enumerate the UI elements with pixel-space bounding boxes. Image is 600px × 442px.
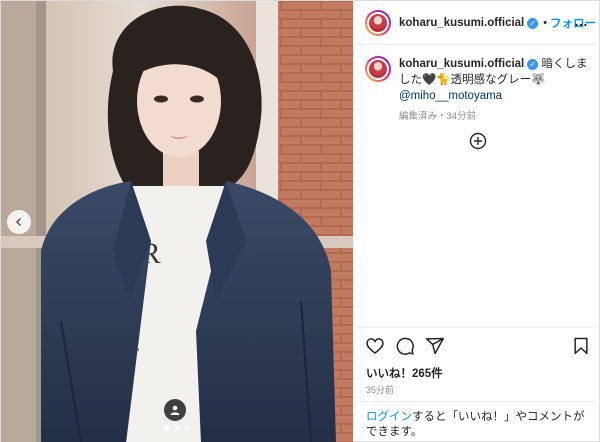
verified-badge-icon: ✓ [527,59,539,70]
caption-emoji: 🐺 [531,74,546,86]
header-username-text[interactable]: koharu_kusumi.official [399,17,524,29]
user-tag-icon [170,405,180,415]
carousel-prev-icon [15,217,22,227]
post-photo[interactable]: AR M C [1,1,353,442]
like-count[interactable]: いいね！265件 [366,365,443,381]
login-prompt: ログインすると「いいね！」やコメントができます。 [354,401,600,442]
carousel-dot [164,425,170,431]
post-timestamp[interactable]: 35分前 [366,383,394,396]
login-link[interactable]: ログイン [366,411,412,423]
heart-icon[interactable] [365,336,385,356]
share-icon[interactable] [425,336,445,356]
carousel-prev-button[interactable] [7,210,31,234]
post-side-panel: koharu_kusumi.official ✓ • フォロー … koharu_… [353,1,600,442]
instagram-post: AR M C [0,0,600,442]
comment-icon[interactable] [395,336,415,356]
post-caption: koharu_kusumi.official ✓ 暗くしました🖤🐈透明感なグレー🐺… [365,56,591,125]
caption-body: koharu_kusumi.official ✓ 暗くしました🖤🐈透明感なグレー🐺… [399,56,589,125]
header-separator: • [543,16,548,29]
caption-mention-link[interactable]: @miho__motoyama [399,90,502,102]
load-more-comments-icon[interactable] [469,132,487,150]
caption-username[interactable]: koharu_kusumi.official [399,58,524,70]
bookmark-icon[interactable] [571,336,591,356]
carousel-dot [174,425,180,431]
avatar[interactable] [365,9,391,36]
verified-badge-icon: ✓ [527,17,539,29]
caption-text: 透明感なグレー [450,74,532,86]
caption-emoji: 🐈 [436,74,451,86]
caption-emoji: 🖤 [422,74,437,86]
header-username[interactable]: koharu_kusumi.official ✓ [399,17,539,29]
action-bar [354,327,600,363]
photo-image: AR M C [1,1,353,442]
carousel-dot [184,425,190,431]
carousel-indicator [1,425,353,431]
avatar[interactable] [365,56,391,82]
post-header: koharu_kusumi.official ✓ • フォロー … [354,1,600,45]
caption-meta: 編集済み・34分前 [399,111,477,122]
more-options-icon[interactable]: … [574,13,588,29]
user-tag-button[interactable] [164,399,186,421]
